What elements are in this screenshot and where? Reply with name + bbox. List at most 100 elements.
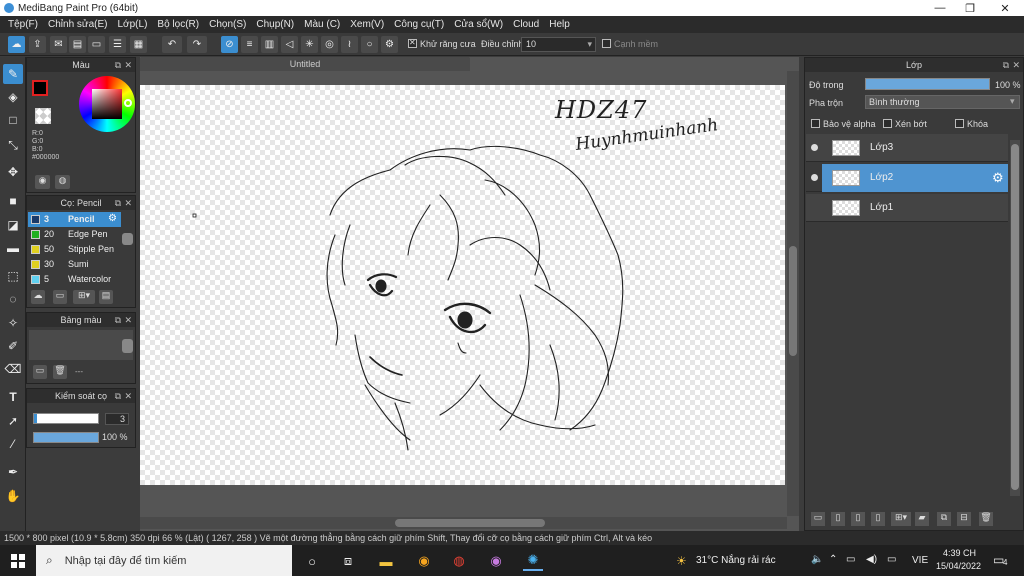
undock-icon[interactable]: ⧉: [1003, 58, 1009, 72]
volume-icon[interactable]: 🔈: [811, 554, 823, 565]
layer-row-3[interactable]: Lớp3: [806, 134, 1008, 162]
layer-opacity-slider[interactable]: [865, 78, 990, 90]
antialias-checkbox[interactable]: [408, 38, 417, 48]
undo-icon[interactable]: ↶: [162, 36, 182, 53]
bucket-tool-icon[interactable]: ◪: [3, 215, 23, 235]
layer-scrollbar[interactable]: [1010, 140, 1020, 496]
medibang-taskbar-icon[interactable]: ✺: [523, 551, 543, 571]
maximize-button[interactable]: ❐: [955, 0, 985, 16]
close-icon[interactable]: ✕: [124, 313, 132, 327]
palette-scrollbar[interactable]: [122, 339, 133, 353]
layer-settings-gear-icon[interactable]: ⚙: [992, 170, 1004, 186]
rect-tool-icon[interactable]: □: [3, 110, 23, 130]
brush-tool-icon[interactable]: ✎: [3, 64, 23, 84]
curve-snap-icon[interactable]: ≀: [341, 36, 358, 53]
app-icon-2[interactable]: ◉: [486, 551, 506, 571]
close-icon[interactable]: ✕: [124, 196, 132, 210]
add-brush-icon[interactable]: ⊞▾: [73, 290, 95, 304]
minimize-button[interactable]: —: [925, 0, 955, 16]
document-icon[interactable]: ▭: [88, 36, 105, 53]
menu-help[interactable]: Help: [544, 19, 575, 30]
palette-area[interactable]: [29, 330, 133, 360]
brush-scrollbar[interactable]: [122, 233, 133, 245]
add-layer-menu-icon[interactable]: ⊞▾: [891, 512, 911, 526]
select-eraser-icon[interactable]: ⌫: [3, 359, 23, 379]
menu-filter[interactable]: Bộ lọc(R): [152, 19, 204, 30]
close-button[interactable]: ✕: [990, 0, 1020, 16]
menu-layer[interactable]: Lớp(L): [113, 19, 153, 30]
battery-icon[interactable]: ▭: [887, 554, 896, 565]
lasso-tool-icon[interactable]: ◌: [3, 289, 23, 309]
brush-item[interactable]: 5 Watercolor: [28, 272, 121, 287]
clipping-checkbox[interactable]: [883, 119, 892, 128]
menu-view[interactable]: Xem(V): [345, 19, 389, 30]
new-halftone-layer-icon[interactable]: ▯: [871, 512, 885, 526]
redo-icon[interactable]: ↷: [187, 36, 207, 53]
fill-rect-tool-icon[interactable]: ■: [3, 191, 23, 211]
file-explorer-icon[interactable]: ▬: [376, 551, 396, 571]
hue-picker-icon[interactable]: [124, 99, 132, 107]
layer-row-1[interactable]: Lớp1: [806, 194, 1008, 222]
delete-layer-icon[interactable]: 🗑: [979, 512, 993, 526]
smooth-dropdown[interactable]: 10: [521, 37, 596, 52]
cross-snap-icon[interactable]: ▥: [261, 36, 278, 53]
menu-select[interactable]: Chọn(S): [204, 19, 251, 30]
menu-file[interactable]: Tệp(F): [3, 19, 43, 30]
magic-wand-icon[interactable]: ✧: [3, 313, 23, 333]
new-layer-icon[interactable]: ▭: [811, 512, 825, 526]
chat-icon[interactable]: ▤: [69, 36, 86, 53]
ring-snap-icon[interactable]: ○: [361, 36, 378, 53]
pen-tool-icon[interactable]: ⤡: [3, 135, 23, 155]
cortana-icon[interactable]: ○: [302, 551, 322, 571]
protect-alpha-toggle[interactable]: Bảo vệ alpha: [811, 119, 876, 129]
input-language[interactable]: VIE: [912, 555, 928, 566]
visibility-eye-icon[interactable]: [811, 174, 818, 181]
menu-color[interactable]: Màu (C): [299, 19, 345, 30]
move-tool-icon[interactable]: ✥: [3, 162, 23, 182]
primary-color-swatch[interactable]: [32, 80, 48, 96]
clipping-toggle[interactable]: Xén bớt: [883, 119, 927, 129]
canvas-vertical-scrollbar[interactable]: [787, 71, 799, 516]
eraser-tool-icon[interactable]: ◈: [3, 87, 23, 107]
color-mix-icon[interactable]: ◍: [55, 175, 70, 189]
grid-icon[interactable]: ▦: [130, 36, 147, 53]
antialias-toggle[interactable]: Khử răng cưa: [408, 38, 476, 49]
menu-window[interactable]: Cửa sổ(W): [449, 19, 508, 30]
brush-item[interactable]: 3 Pencil ⚙: [28, 212, 121, 227]
new-layer-1bit-icon[interactable]: ▯: [851, 512, 865, 526]
transparent-color-swatch[interactable]: [35, 108, 51, 124]
eyedropper-tool-icon[interactable]: ⁄: [3, 434, 23, 454]
snap-off-icon[interactable]: ⊘: [221, 36, 238, 53]
document-tab[interactable]: Untitled: [140, 57, 470, 71]
close-icon[interactable]: ✕: [1012, 58, 1020, 72]
saturation-square[interactable]: [92, 89, 122, 119]
protect-alpha-checkbox[interactable]: [811, 119, 820, 128]
soft-edge-checkbox[interactable]: [602, 39, 611, 48]
text-tool-icon[interactable]: T: [3, 387, 23, 407]
weather-text[interactable]: 31°C Nắng rải rác: [696, 555, 776, 566]
hand-tool-icon[interactable]: ✋: [3, 486, 23, 506]
close-icon[interactable]: ✕: [124, 389, 132, 403]
start-button[interactable]: [0, 545, 36, 576]
new-layer-8bit-icon[interactable]: ▯: [831, 512, 845, 526]
brush-cloud-icon[interactable]: ☁: [31, 290, 45, 304]
menu-snap[interactable]: Chụp(N): [251, 19, 299, 30]
horizontal-scroll-thumb[interactable]: [395, 519, 545, 527]
list-icon[interactable]: ☰: [109, 36, 126, 53]
speaker-icon[interactable]: ◀): [866, 554, 877, 565]
taskbar-search-box[interactable]: ⌕ Nhập tại đây để tìm kiếm: [36, 545, 292, 576]
brush-opacity-slider[interactable]: [33, 432, 99, 443]
menu-cloud[interactable]: Cloud: [508, 19, 544, 30]
menu-tools[interactable]: Công cụ(T): [389, 19, 449, 30]
new-brush-icon[interactable]: ▭: [53, 290, 67, 304]
share-icon[interactable]: ⇪: [29, 36, 46, 53]
layer-row-2[interactable]: Lớp2 ⚙: [806, 164, 1008, 192]
clock-date[interactable]: 15/04/2022: [936, 561, 981, 571]
settings-snap-icon[interactable]: ⚙: [381, 36, 398, 53]
brush-size-value[interactable]: 3: [105, 413, 129, 425]
soft-edge-toggle[interactable]: Cạnh mềm: [602, 39, 658, 49]
vertical-scroll-thumb[interactable]: [789, 246, 797, 356]
app-icon-1[interactable]: ◉: [414, 551, 434, 571]
clock-time[interactable]: 4:39 CH: [943, 548, 976, 558]
undock-icon[interactable]: ⧉: [115, 58, 121, 72]
